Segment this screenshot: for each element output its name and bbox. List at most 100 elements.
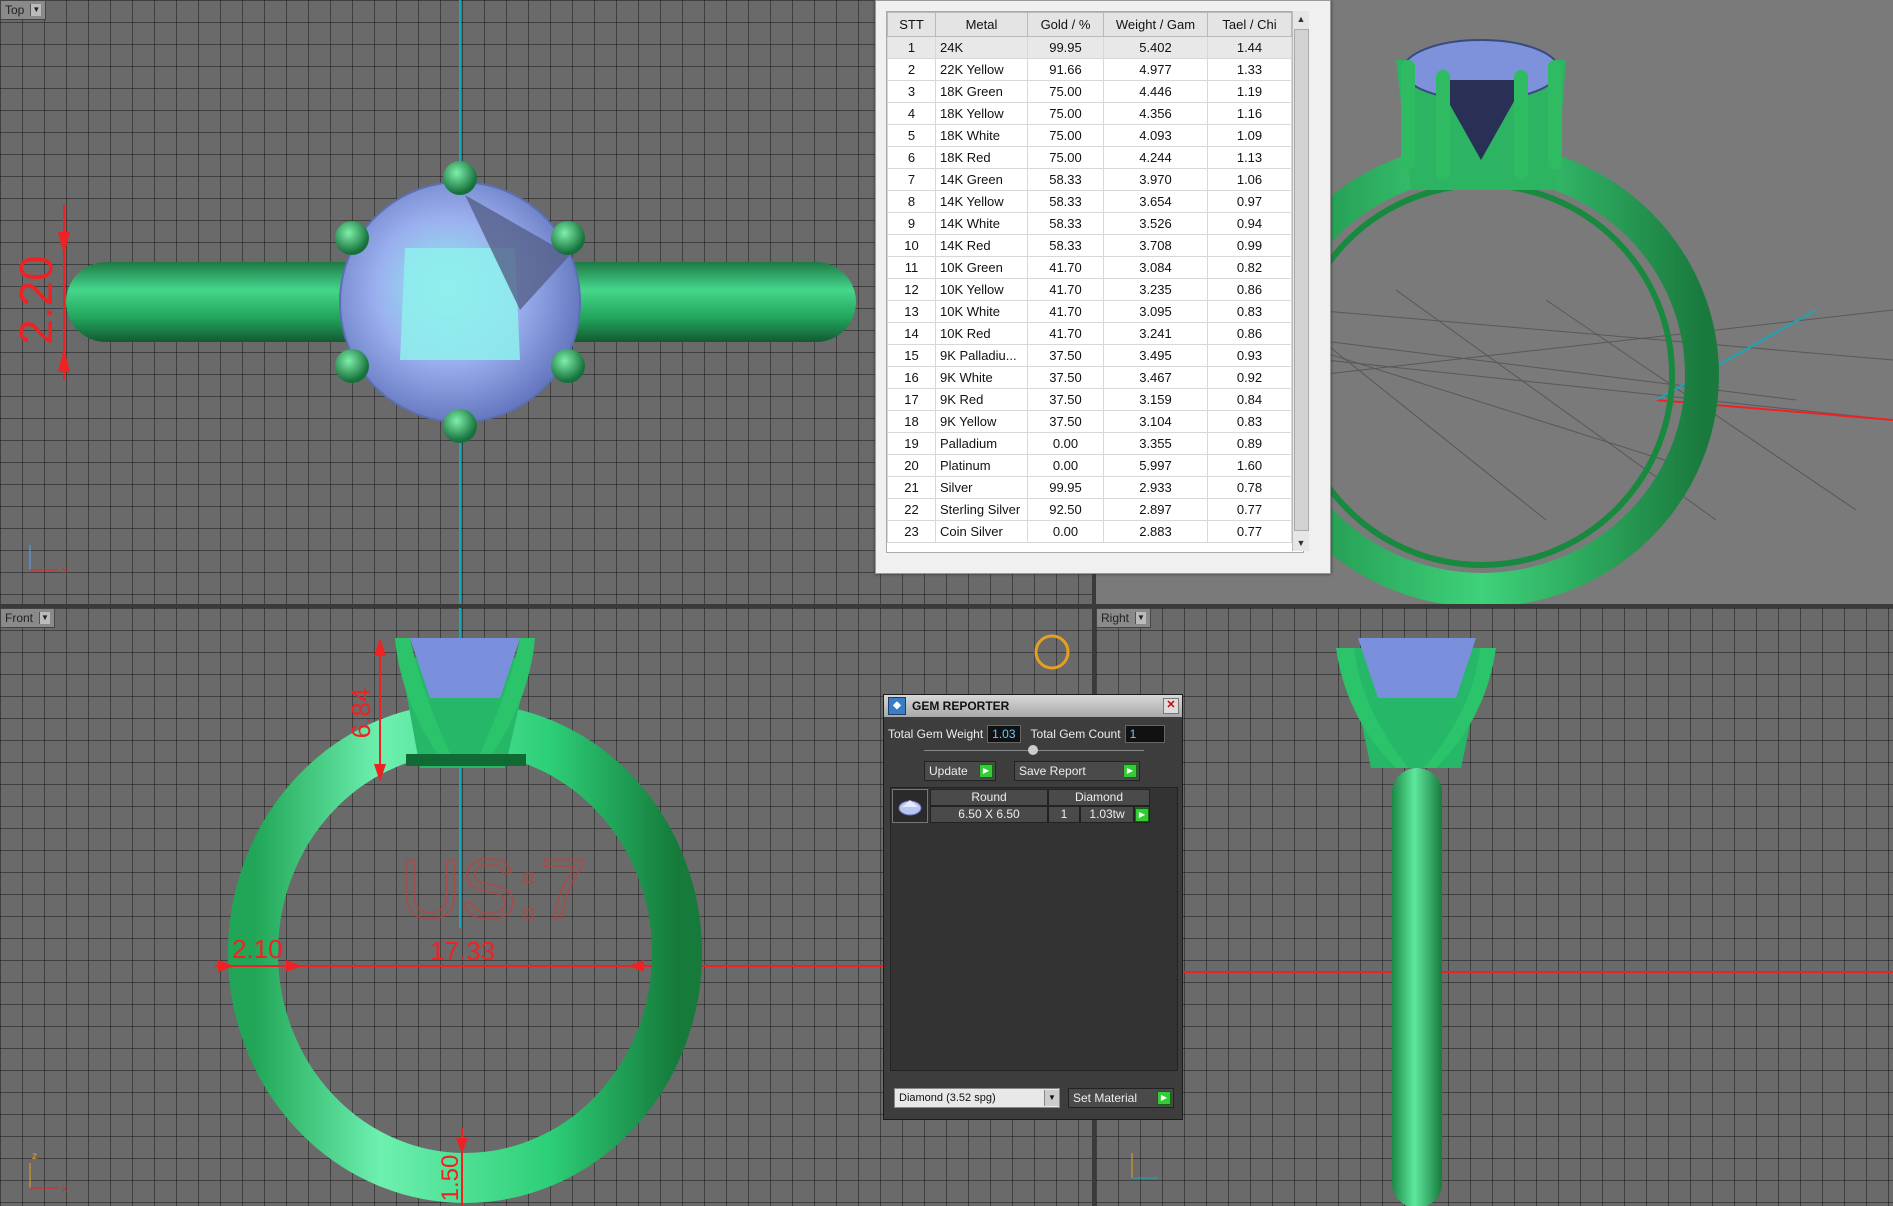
chevron-up-icon[interactable]: ▲ (1293, 11, 1309, 27)
table-header-cell[interactable]: Weight / Gam (1103, 12, 1208, 37)
table-row[interactable]: 2 22K Yellow 91.66 4.977 1.33 (887, 58, 1292, 81)
table-row[interactable]: 17 9K Red 37.50 3.159 0.84 (887, 388, 1292, 411)
table-cell: 0.00 (1027, 432, 1104, 455)
viewport-label-right[interactable]: Right ▼ (1096, 608, 1152, 628)
table-row[interactable]: 9 14K White 58.33 3.526 0.94 (887, 212, 1292, 235)
chevron-down-icon[interactable]: ▼ (1044, 1090, 1059, 1106)
table-row[interactable]: 6 18K Red 75.00 4.244 1.13 (887, 146, 1292, 169)
gem-list-row[interactable]: 6.50 X 6.50 1 1.03tw ▶ (930, 806, 1150, 823)
round-gem-thumbnail-icon[interactable] (892, 789, 928, 823)
gem-row-action-button[interactable]: ▶ (1134, 806, 1150, 823)
viewport-label-top[interactable]: Top ▼ (0, 0, 47, 20)
table-row[interactable]: 13 10K White 41.70 3.095 0.83 (887, 300, 1292, 323)
table-cell: 5.402 (1103, 36, 1208, 59)
chevron-up-icon[interactable] (1028, 745, 1038, 755)
table-cell: 1 (887, 36, 936, 59)
table-row[interactable]: 8 14K Yellow 58.33 3.654 0.97 (887, 190, 1292, 213)
table-cell: 0.84 (1207, 388, 1292, 411)
table-row[interactable]: 10 14K Red 58.33 3.708 0.99 (887, 234, 1292, 257)
table-row[interactable]: 22 Sterling Silver 92.50 2.897 0.77 (887, 498, 1292, 521)
dimension-arrow (286, 960, 302, 972)
table-cell: 91.66 (1027, 58, 1104, 81)
table-cell: 3.084 (1103, 256, 1208, 279)
table-cell: 1.19 (1207, 80, 1292, 103)
save-report-button[interactable]: Save Report ▶ (1014, 761, 1140, 781)
table-header-cell[interactable]: STT (887, 12, 936, 37)
scrollbar-thumb[interactable] (1294, 29, 1309, 531)
table-cell: 16 (887, 366, 936, 389)
viewport-label-front[interactable]: Front ▼ (0, 608, 56, 628)
table-row[interactable]: 11 10K Green 41.70 3.084 0.82 (887, 256, 1292, 279)
table-cell: 1.33 (1207, 58, 1292, 81)
table-cell: 13 (887, 300, 936, 323)
table-row[interactable]: 20 Platinum 0.00 5.997 1.60 (887, 454, 1292, 477)
table-row[interactable]: 18 9K Yellow 37.50 3.104 0.83 (887, 410, 1292, 433)
table-cell: 8 (887, 190, 936, 213)
table-row[interactable]: 21 Silver 99.95 2.933 0.78 (887, 476, 1292, 499)
table-cell: 23 (887, 520, 936, 543)
metal-weight-table-container[interactable]: STT Metal Gold / % Weight / Gam Tael / Chi 1… (886, 11, 1304, 553)
table-header-cell[interactable]: Metal (935, 12, 1028, 37)
material-select[interactable]: Diamond (3.52 spg) ▼ (894, 1088, 1060, 1108)
table-row[interactable]: 15 9K Palladiu... 37.50 3.495 0.93 (887, 344, 1292, 367)
gizmo-ring-icon[interactable] (1034, 634, 1070, 670)
chevron-down-icon[interactable]: ▼ (30, 4, 42, 16)
gem-list[interactable] (890, 787, 1178, 1071)
table-cell: 58.33 (1027, 234, 1104, 257)
viewport-right[interactable]: Right ▼ (1096, 608, 1893, 1206)
table-row[interactable]: 19 Palladium 0.00 3.355 0.89 (887, 432, 1292, 455)
update-button[interactable]: Update ▶ (924, 761, 996, 781)
table-cell: 14K White (935, 212, 1028, 235)
table-cell: 2.897 (1103, 498, 1208, 521)
table-cell: 10 (887, 234, 936, 257)
material-select-value: Diamond (3.52 spg) (899, 1092, 996, 1104)
metal-weight-table: STT Metal Gold / % Weight / Gam Tael / Chi 1… (887, 12, 1292, 543)
table-row[interactable]: 5 18K White 75.00 4.093 1.09 (887, 124, 1292, 147)
table-cell: 3.467 (1103, 366, 1208, 389)
table-cell: 10K Green (935, 256, 1028, 279)
set-material-button[interactable]: Set Material ▶ (1068, 1088, 1174, 1108)
gem-shape-header: Round (930, 789, 1048, 806)
table-row[interactable]: 12 10K Yellow 41.70 3.235 0.86 (887, 278, 1292, 301)
table-cell: 3.970 (1103, 168, 1208, 191)
table-cell: 4.977 (1103, 58, 1208, 81)
table-cell: 9 (887, 212, 936, 235)
table-cell: Sterling Silver (935, 498, 1028, 521)
play-icon: ▶ (979, 764, 993, 778)
table-header-cell[interactable]: Gold / % (1027, 12, 1104, 37)
viewport-label-text: Top (5, 3, 25, 17)
table-row[interactable]: 1 24K 99.95 5.402 1.44 (887, 36, 1292, 59)
table-row[interactable]: 14 10K Red 41.70 3.241 0.86 (887, 322, 1292, 345)
table-cell: 0.83 (1207, 300, 1292, 323)
table-cell: 14K Red (935, 234, 1028, 257)
dimension-arrow (374, 638, 386, 656)
chevron-down-icon[interactable]: ▼ (1293, 535, 1309, 551)
viewport-divider[interactable] (0, 604, 1893, 608)
dimension-arrow (456, 1138, 468, 1153)
table-scrollbar[interactable]: ▲ ▼ (1292, 11, 1309, 551)
table-row[interactable]: 23 Coin Silver 0.00 2.883 0.77 (887, 520, 1292, 543)
table-cell: 92.50 (1027, 498, 1104, 521)
chevron-down-icon[interactable]: ▼ (1135, 612, 1147, 624)
close-icon[interactable]: ✕ (1163, 698, 1179, 714)
chevron-down-icon[interactable]: ▼ (39, 612, 51, 624)
table-cell: 3.235 (1103, 278, 1208, 301)
table-cell: 10K Red (935, 322, 1028, 345)
table-header-cell[interactable]: Tael / Chi (1207, 12, 1292, 37)
gem-reporter-titlebar[interactable]: ◆ GEM REPORTER ✕ (884, 695, 1182, 717)
table-row[interactable]: 7 14K Green 58.33 3.970 1.06 (887, 168, 1292, 191)
table-row[interactable]: 3 18K Green 75.00 4.446 1.19 (887, 80, 1292, 103)
total-gem-count-field[interactable]: 1 (1124, 725, 1165, 743)
prong (443, 161, 477, 195)
total-gem-weight-field[interactable]: 1.03 (987, 725, 1021, 743)
table-row[interactable]: 4 18K Yellow 75.00 4.356 1.16 (887, 102, 1292, 125)
table-row[interactable]: 16 9K White 37.50 3.467 0.92 (887, 366, 1292, 389)
table-cell: 18K White (935, 124, 1028, 147)
table-cell: 37.50 (1027, 388, 1104, 411)
table-cell: 37.50 (1027, 366, 1104, 389)
table-cell: 75.00 (1027, 80, 1104, 103)
table-cell: 10K White (935, 300, 1028, 323)
table-cell: 58.33 (1027, 168, 1104, 191)
table-cell: 0.77 (1207, 498, 1292, 521)
table-cell: 1.09 (1207, 124, 1292, 147)
